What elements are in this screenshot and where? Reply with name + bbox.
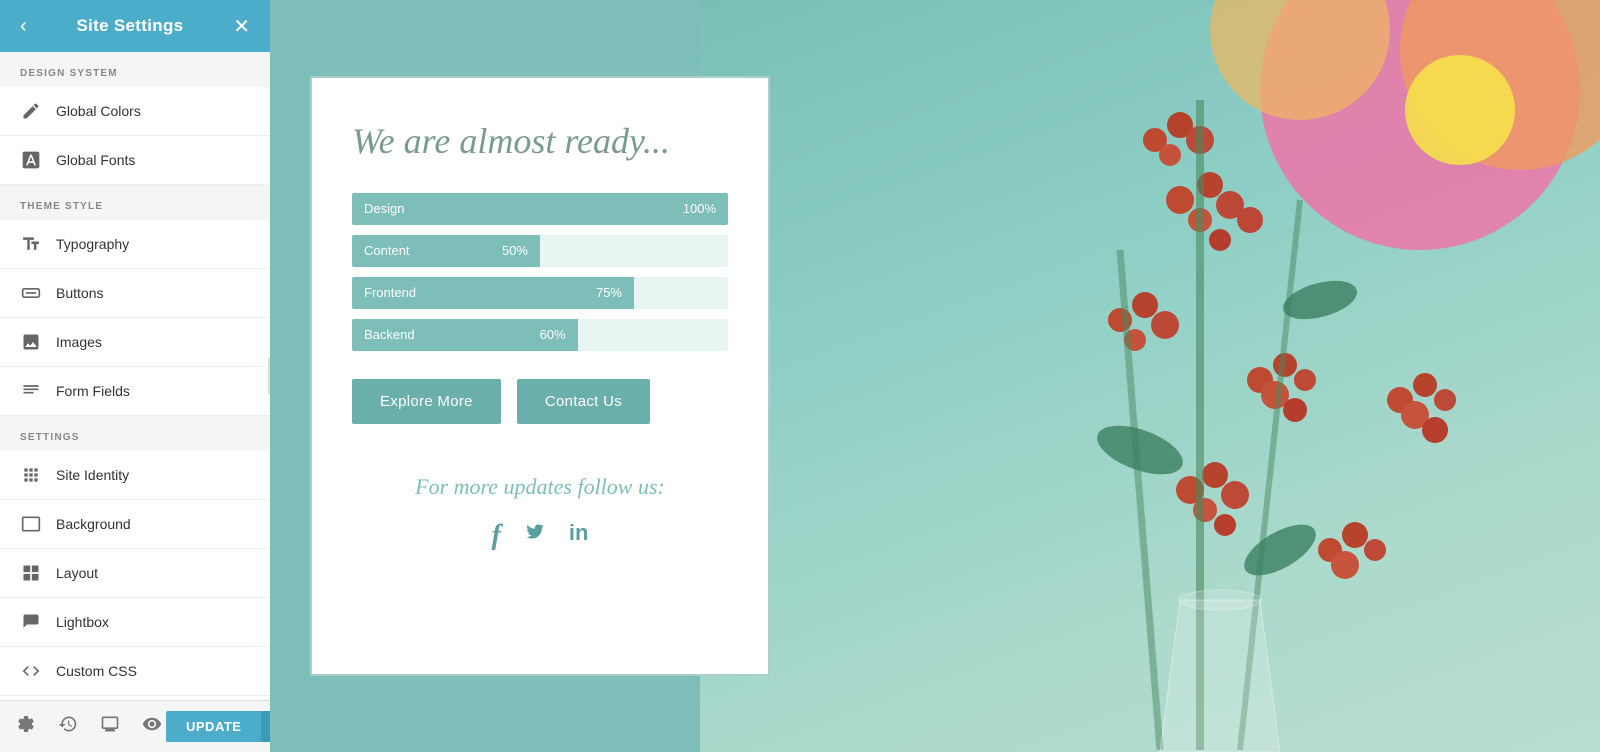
toolbar-icons bbox=[12, 710, 166, 743]
progress-bar-wrap: Backend 60% bbox=[352, 319, 728, 351]
progress-label: Design bbox=[364, 201, 404, 216]
typography-icon bbox=[20, 233, 42, 255]
sidebar-item-background[interactable]: Background bbox=[0, 500, 270, 549]
progress-pct: 60% bbox=[540, 327, 566, 342]
buttons-icon bbox=[20, 282, 42, 304]
back-button[interactable]: ‹ bbox=[16, 11, 31, 42]
sidebar-item-lightbox[interactable]: Lightbox bbox=[0, 598, 270, 647]
update-btn-group: UPDATE ▲ bbox=[166, 711, 270, 742]
form-fields-label: Form Fields bbox=[56, 383, 130, 399]
images-label: Images bbox=[56, 334, 102, 350]
buttons-label: Buttons bbox=[56, 285, 103, 301]
pen-icon bbox=[20, 100, 42, 122]
images-icon bbox=[20, 331, 42, 353]
linkedin-icon[interactable]: in bbox=[569, 520, 589, 552]
eye-toolbar-icon[interactable] bbox=[138, 710, 166, 743]
sidebar-header: ‹ Site Settings ✕ bbox=[0, 0, 270, 52]
sidebar-title: Site Settings bbox=[77, 16, 184, 36]
sidebar-toolbar: UPDATE ▲ bbox=[0, 700, 270, 752]
sidebar-item-global-colors[interactable]: Global Colors bbox=[0, 87, 270, 136]
site-identity-icon bbox=[20, 464, 42, 486]
page-card: We are almost ready... Design 100% Conte… bbox=[310, 76, 770, 676]
custom-css-icon bbox=[20, 660, 42, 682]
sidebar-item-typography[interactable]: Typography bbox=[0, 220, 270, 269]
custom-css-label: Custom CSS bbox=[56, 663, 137, 679]
progress-label: Content bbox=[364, 243, 410, 258]
desktop-toolbar-icon[interactable] bbox=[96, 710, 124, 743]
layout-icon bbox=[20, 562, 42, 584]
background-decoration bbox=[700, 0, 1600, 752]
sidebar: ‹ Site Settings ✕ DESIGN SYSTEM Global C… bbox=[0, 0, 270, 752]
progress-pct: 50% bbox=[502, 243, 528, 258]
progress-pct: 75% bbox=[596, 285, 622, 300]
global-colors-label: Global Colors bbox=[56, 103, 141, 119]
lightbox-label: Lightbox bbox=[56, 614, 109, 630]
settings-toolbar-icon[interactable] bbox=[12, 710, 40, 743]
form-fields-icon bbox=[20, 380, 42, 402]
progress-pct: 100% bbox=[683, 201, 716, 216]
follow-section: For more updates follow us: f in bbox=[352, 464, 728, 552]
progress-item: Frontend 75% bbox=[352, 277, 728, 309]
sidebar-item-images[interactable]: Images bbox=[0, 318, 270, 367]
sidebar-item-site-identity[interactable]: Site Identity bbox=[0, 451, 270, 500]
progress-bar-wrap: Design 100% bbox=[352, 193, 728, 225]
design-system-label: DESIGN SYSTEM bbox=[0, 52, 270, 87]
follow-text: For more updates follow us: bbox=[352, 474, 728, 500]
progress-fill: Backend 60% bbox=[352, 319, 578, 351]
twitter-icon[interactable] bbox=[525, 520, 545, 552]
progress-bar-wrap: Frontend 75% bbox=[352, 277, 728, 309]
background-icon bbox=[20, 513, 42, 535]
sidebar-content: DESIGN SYSTEM Global Colors Global Fonts… bbox=[0, 52, 270, 752]
progress-item: Design 100% bbox=[352, 193, 728, 225]
settings-label: SETTINGS bbox=[0, 416, 270, 451]
history-toolbar-icon[interactable] bbox=[54, 710, 82, 743]
global-fonts-label: Global Fonts bbox=[56, 152, 135, 168]
lightbox-icon bbox=[20, 611, 42, 633]
progress-item: Backend 60% bbox=[352, 319, 728, 351]
canvas-area: We are almost ready... Design 100% Conte… bbox=[270, 0, 1600, 752]
typography-label: Typography bbox=[56, 236, 129, 252]
sidebar-item-custom-css[interactable]: Custom CSS bbox=[0, 647, 270, 696]
progress-fill: Design 100% bbox=[352, 193, 728, 225]
close-button[interactable]: ✕ bbox=[229, 10, 254, 43]
progress-bar-wrap: Content 50% bbox=[352, 235, 728, 267]
site-identity-label: Site Identity bbox=[56, 467, 129, 483]
contact-us-button[interactable]: Contact Us bbox=[517, 379, 650, 424]
progress-fill: Frontend 75% bbox=[352, 277, 634, 309]
background-label: Background bbox=[56, 516, 131, 532]
sidebar-item-buttons[interactable]: Buttons bbox=[0, 269, 270, 318]
explore-more-button[interactable]: Explore More bbox=[352, 379, 501, 424]
progress-label: Backend bbox=[364, 327, 415, 342]
progress-fill: Content 50% bbox=[352, 235, 540, 267]
theme-style-label: THEME STYLE bbox=[0, 185, 270, 220]
sidebar-item-form-fields[interactable]: Form Fields bbox=[0, 367, 270, 416]
button-row: Explore More Contact Us bbox=[352, 379, 728, 424]
layout-label: Layout bbox=[56, 565, 98, 581]
progress-label: Frontend bbox=[364, 285, 416, 300]
update-arrow-button[interactable]: ▲ bbox=[261, 711, 270, 742]
social-icons: f in bbox=[352, 520, 728, 552]
fonts-icon bbox=[20, 149, 42, 171]
progress-item: Content 50% bbox=[352, 235, 728, 267]
progress-section: Design 100% Content 50% Frontend 75% bbox=[352, 193, 728, 351]
card-title: We are almost ready... bbox=[352, 118, 728, 165]
collapse-handle[interactable]: ‹ bbox=[268, 358, 270, 394]
facebook-icon[interactable]: f bbox=[492, 520, 501, 552]
sidebar-item-global-fonts[interactable]: Global Fonts bbox=[0, 136, 270, 185]
sidebar-item-layout[interactable]: Layout bbox=[0, 549, 270, 598]
update-button[interactable]: UPDATE bbox=[166, 711, 261, 742]
